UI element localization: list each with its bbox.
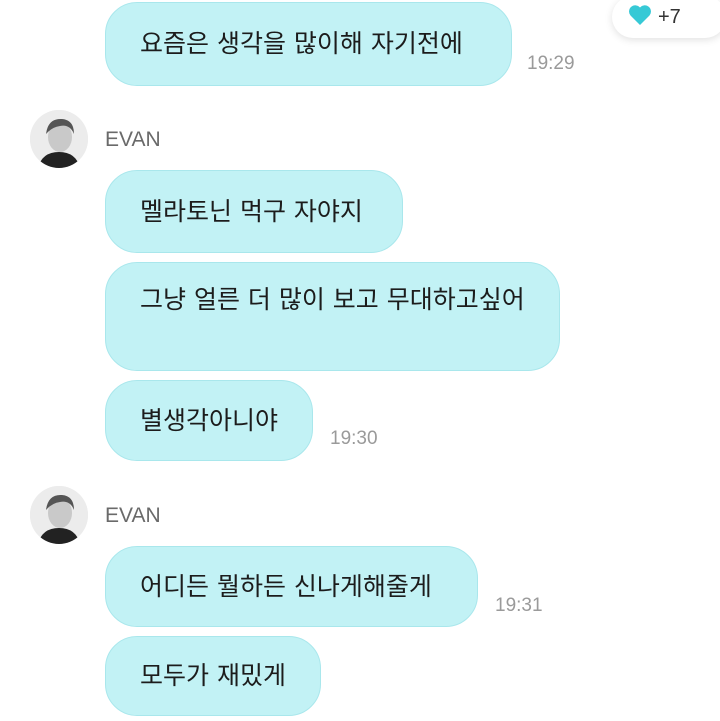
- message-time: 19:29: [527, 53, 575, 74]
- message-bubble[interactable]: 어디든 뭘하든 신나게해줄게: [105, 546, 478, 627]
- sender-name: EVAN: [105, 128, 161, 151]
- reaction-count: +7: [658, 5, 681, 28]
- reaction-badge[interactable]: +7: [612, 0, 720, 38]
- message-bubble[interactable]: 요즘은 생각을 많이해 자기전에: [105, 2, 512, 86]
- message-bubble[interactable]: 그냥 얼른 더 많이 보고 무대하고싶어: [105, 262, 560, 371]
- message-text: 그냥 얼른 더 많이 보고 무대하고싶어: [140, 285, 525, 314]
- heart-icon: [628, 4, 652, 30]
- message-text: 어디든 뭘하든 신나게해줄게: [140, 571, 432, 601]
- message-bubble[interactable]: 모두가 재밌게: [105, 636, 321, 716]
- message-bubble[interactable]: 별생각아니야: [105, 380, 313, 461]
- avatar[interactable]: [30, 110, 88, 168]
- message-text: 요즘은 생각을 많이해 자기전에: [140, 29, 463, 58]
- message-text: 모두가 재밌게: [140, 661, 286, 690]
- message-text: 별생각아니야: [140, 405, 279, 435]
- message-time: 19:31: [495, 595, 543, 616]
- message-time: 19:30: [330, 428, 378, 449]
- sender-name: EVAN: [105, 504, 161, 527]
- message-bubble[interactable]: 멜라토닌 먹구 자야지: [105, 170, 403, 253]
- message-text: 멜라토닌 먹구 자야지: [140, 196, 363, 226]
- avatar[interactable]: [30, 486, 88, 544]
